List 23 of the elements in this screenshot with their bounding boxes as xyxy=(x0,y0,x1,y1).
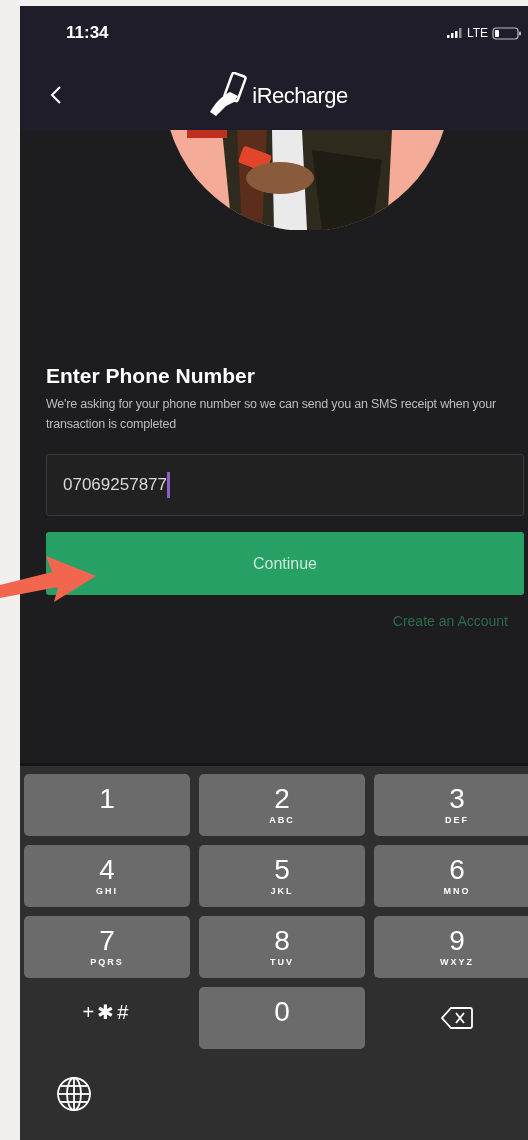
network-label: LTE xyxy=(466,25,488,42)
keypad-key[interactable]: 9 WXYZ xyxy=(374,916,528,978)
keypad-key[interactable]: 8 TUV xyxy=(199,916,365,978)
keypad-key[interactable]: 5 JKL xyxy=(199,845,365,907)
logo-text: iRecharge xyxy=(252,81,348,110)
form-title: Enter Phone Number xyxy=(46,363,256,389)
keypad-key[interactable]: 7 PQRS xyxy=(24,916,190,978)
create-account-link[interactable]: Create an Account xyxy=(392,611,508,632)
status-time: 11:34 xyxy=(66,22,109,45)
form-description: We're asking for your phone number so we can send you an SMS receipt when your transaction is completed xyxy=(46,396,497,433)
keypad-key[interactable]: 4 GHI xyxy=(24,845,190,907)
battery-icon xyxy=(492,26,522,40)
keypad-key[interactable]: 2 ABC xyxy=(199,774,365,836)
symbols-key[interactable]: +✱# xyxy=(24,987,190,1049)
keypad-key[interactable]: 3 DEF xyxy=(374,774,528,836)
signal-icon xyxy=(446,28,463,38)
phone-input-field[interactable]: 07069257877 xyxy=(46,454,524,516)
back-icon[interactable] xyxy=(50,85,62,105)
keypad-key[interactable]: 6 MNO xyxy=(374,845,528,907)
keypad-key[interactable]: 0 xyxy=(199,987,365,1049)
keypad-key[interactable]: 1 xyxy=(24,774,190,836)
backspace-icon[interactable] xyxy=(441,1006,473,1030)
globe-icon[interactable] xyxy=(56,1076,92,1112)
